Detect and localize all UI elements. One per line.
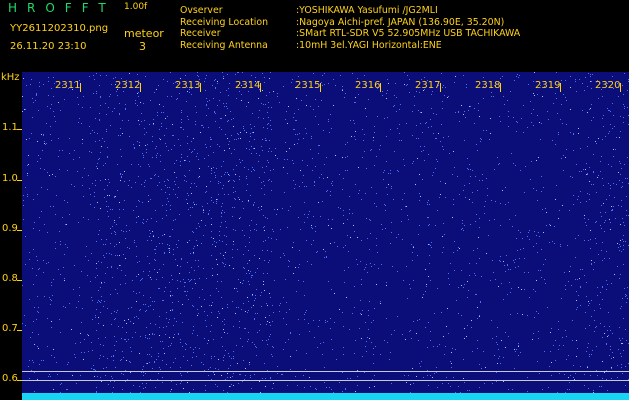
x-tick-label: 2314 (235, 80, 261, 91)
info-row-receiver: Receiver :SMart RTL-SDR V5 52.905MHz USB… (180, 28, 520, 40)
x-tick-label: 2313 (175, 80, 201, 91)
x-tick-label: 2317 (415, 80, 441, 91)
noise-speckle (22, 72, 629, 400)
info-row-observer: Ovserver :YOSHIKAWA Yasufumi /JG2MLI (180, 5, 520, 17)
meteor-label: meteor (124, 27, 164, 40)
app-logo: HROFFT (8, 1, 116, 15)
x-tick-mark (380, 83, 381, 92)
info-key: Ovserver (180, 5, 223, 16)
x-tick-mark (440, 83, 441, 92)
y-axis-unit: kHz (1, 72, 20, 83)
x-tick-label: 2318 (475, 80, 501, 91)
marker-line (22, 371, 629, 372)
x-tick-mark (620, 83, 621, 92)
info-row-location: Receiving Location :Nagoya Aichi-pref. J… (180, 17, 520, 29)
station-info: Ovserver :YOSHIKAWA Yasufumi /JG2MLI Rec… (180, 5, 520, 51)
info-key: Receiving Antenna (180, 39, 268, 51)
x-tick-label: 2320 (595, 80, 621, 91)
x-tick-mark (560, 83, 561, 92)
info-key: Receiver (180, 28, 221, 40)
x-tick-label: 2315 (295, 80, 321, 91)
spectrogram (22, 72, 629, 400)
x-tick-label: 2311 (55, 80, 81, 91)
y-tick-mark (17, 330, 22, 331)
y-tick-label: 0.7 (2, 323, 18, 334)
x-tick-mark (140, 83, 141, 92)
y-tick-label: 0.8 (2, 273, 18, 284)
y-tick-label: 0.9 (2, 223, 18, 234)
marker-line (22, 380, 629, 381)
y-tick-label: 1.1 (2, 122, 18, 133)
x-tick-mark (320, 83, 321, 92)
y-tick-mark (17, 129, 22, 130)
y-tick-label: 1.0 (2, 173, 18, 184)
version-label: 1.00f (124, 2, 148, 12)
info-value: :Nagoya Aichi-pref. JAPAN (136.90E, 35.2… (296, 16, 505, 28)
y-tick-label: 0.6 (2, 373, 18, 384)
y-tick-mark (17, 180, 22, 181)
x-tick-label: 2312 (115, 80, 141, 91)
info-value: :SMart RTL-SDR V5 52.905MHz USB TACHIKAW… (296, 28, 521, 40)
meteor-count: 3 (139, 40, 146, 53)
x-tick-mark (200, 83, 201, 92)
info-key: Receiving Location (180, 16, 269, 28)
filename-label: YY2611202310.png (10, 23, 109, 34)
datetime-label: 26.11.20 23:10 (10, 41, 87, 52)
info-value: :YOSHIKAWA Yasufumi /JG2MLI (296, 5, 438, 16)
x-tick-mark (500, 83, 501, 92)
x-tick-mark (260, 83, 261, 92)
noise-speckle-bright (22, 72, 623, 399)
baseline-trace (22, 393, 629, 400)
info-value: :10mH 3el.YAGI Horizontal:ENE (296, 39, 442, 51)
x-tick-label: 2316 (355, 80, 381, 91)
header-panel: HROFFT 1.00f YY2611202310.png meteor 3 2… (0, 0, 629, 72)
info-row-antenna: Receiving Antenna :10mH 3el.YAGI Horizon… (180, 40, 520, 52)
y-tick-mark (17, 280, 22, 281)
spectrogram-noise (22, 72, 629, 400)
x-tick-label: 2319 (535, 80, 561, 91)
y-tick-mark (17, 230, 22, 231)
x-tick-mark (80, 83, 81, 92)
